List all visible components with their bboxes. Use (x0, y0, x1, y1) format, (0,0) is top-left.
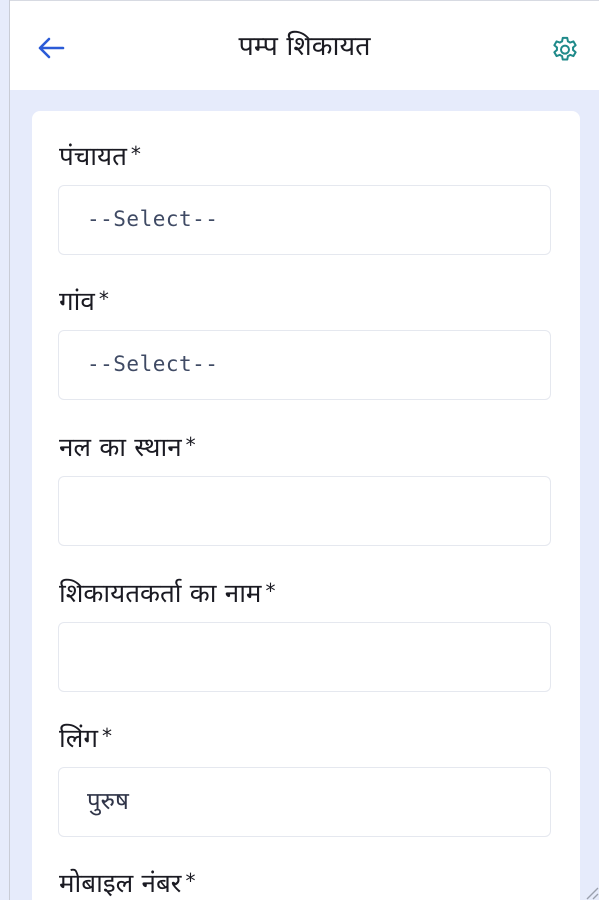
settings-button[interactable] (547, 31, 583, 67)
resize-grip-icon[interactable] (581, 882, 599, 900)
required-mark: * (98, 287, 109, 311)
tap-location-label-text: नल का स्थान (59, 433, 182, 463)
complaint-form: पंचायत * --Select-- गांव * --Select-- नल क… (32, 111, 580, 900)
gender-label: लिंग * (59, 719, 112, 756)
gender-select-value: पुरुष (87, 787, 129, 815)
panchayat-label-text: पंचायत (59, 142, 127, 172)
panchayat-select-value: --Select-- (87, 207, 219, 231)
complainant-name-label-text: शिकायतकर्ता का नाम (59, 579, 262, 609)
complainant-name-label: शिकायतकर्ता का नाम * (59, 574, 275, 611)
complainant-name-input[interactable] (58, 622, 551, 692)
tap-location-input[interactable] (58, 476, 551, 546)
mobile-label: मोबाइल नंबर * (59, 864, 195, 900)
required-mark: * (265, 579, 276, 603)
app-frame: पम्प शिकायत पंचायत * --Select-- गांव * --S… (9, 0, 599, 900)
village-select[interactable]: --Select-- (58, 330, 551, 400)
village-label-text: गांव (59, 287, 95, 317)
panchayat-label: पंचायत * (59, 137, 141, 174)
required-mark: * (185, 433, 196, 457)
required-mark: * (185, 869, 196, 893)
tap-location-label: नल का स्थान * (59, 428, 196, 465)
mobile-label-text: मोबाइल नंबर (59, 869, 182, 899)
required-mark: * (102, 724, 113, 748)
app-header: पम्प शिकायत (10, 0, 599, 90)
page-title: पम्प शिकायत (238, 31, 371, 62)
gender-label-text: लिंग (59, 724, 99, 754)
gear-icon (553, 36, 577, 61)
gender-select[interactable]: पुरुष (58, 767, 551, 837)
required-mark: * (130, 142, 141, 166)
village-select-value: --Select-- (87, 352, 219, 376)
panchayat-select[interactable]: --Select-- (58, 185, 551, 255)
village-label: गांव * (59, 282, 109, 319)
